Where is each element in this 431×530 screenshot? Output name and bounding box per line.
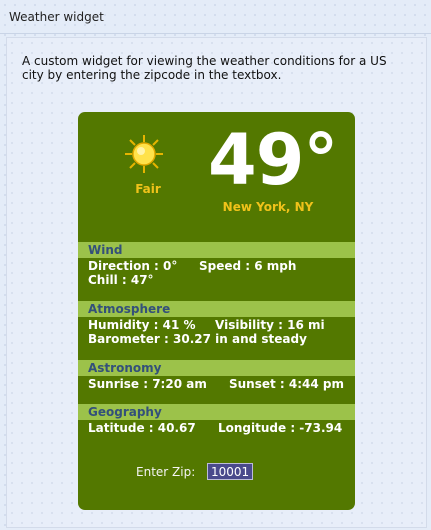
section-title-astronomy: Astronomy <box>88 361 162 375</box>
astronomy-sunset: Sunset : 4:44 pm <box>229 377 345 391</box>
section-title-atmosphere: Atmosphere <box>88 302 171 316</box>
window-title: Weather widget <box>9 10 104 24</box>
location-label: New York, NY <box>222 200 314 214</box>
wind-chill: Chill : 47° <box>88 273 154 287</box>
title-bar: Weather widget <box>0 0 431 34</box>
section-title-wind: Wind <box>88 243 123 257</box>
section-header-wind: Wind <box>78 242 355 258</box>
atmosphere-visibility: Visibility : 16 mi <box>215 318 325 332</box>
geography-longitude: Longitude : -73.94 <box>218 421 343 435</box>
atmosphere-humidity: Humidity : 41 % <box>88 318 196 332</box>
zip-label: Enter Zip: <box>136 465 196 479</box>
geography-latitude: Latitude : 40.67 <box>88 421 196 435</box>
zip-input[interactable] <box>207 463 253 480</box>
wind-direction: Direction : 0° <box>88 259 178 273</box>
section-header-astronomy: Astronomy <box>78 360 355 376</box>
weather-widget: Fair 49° New York, NY Wind Direction : 0… <box>78 112 355 510</box>
section-header-atmosphere: Atmosphere <box>78 301 355 317</box>
sun-icon <box>125 135 163 173</box>
section-title-geography: Geography <box>88 405 162 419</box>
section-header-geography: Geography <box>78 404 355 420</box>
wind-speed: Speed : 6 mph <box>199 259 297 273</box>
astronomy-sunrise: Sunrise : 7:20 am <box>88 377 207 391</box>
widget-description: A custom widget for viewing the weather … <box>22 54 387 82</box>
condition-label: Fair <box>135 182 161 196</box>
temperature: 49° <box>208 119 338 201</box>
atmosphere-barometer: Barometer : 30.27 in and steady <box>88 332 307 346</box>
